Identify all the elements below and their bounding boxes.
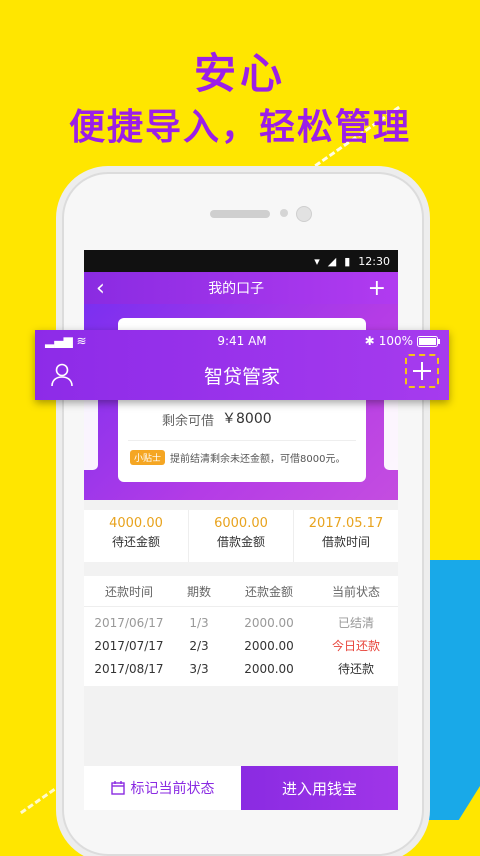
add-icon[interactable]: + [368,276,386,301]
bottom-actions: 标记当前状态 进入用钱宝 [84,766,398,810]
remain-value: ￥8000 [222,411,272,427]
stat-label: 借款时间 [321,535,370,549]
hero-subtitle: 便捷导入，轻松管理 [68,107,411,148]
divider [128,440,356,441]
wifi-icon: ▾ [314,254,320,268]
cell-date: 2017/07/17 [94,638,164,653]
phone-camera [296,206,312,222]
tip-text: 提前结清剩余未还金额，可借8000元。 [170,454,346,465]
stat-value: 4000.00 [109,516,163,531]
tip-badge: 小贴士 [130,450,166,465]
cell-amount: 2000.00 [244,615,294,630]
ios-status-bar: ▂▄▆ ≋ 9:41 AM ✱ 100% [35,334,449,350]
cell-amount: 2000.00 [244,661,294,676]
table-header: 还款时间 期数 还款金额 当前状态 [84,576,398,607]
signal-icon: ◢ [327,254,337,268]
cell-amount: 2000.00 [244,638,294,653]
enter-app-button[interactable]: 进入用钱宝 [241,766,398,810]
plus-icon [413,362,431,380]
col-header: 期数 [186,584,211,599]
app-title: 智贷管家 [203,366,280,388]
battery-icon: ▮ [344,254,351,268]
stat-date: 2017.05.17 借款时间 [294,510,398,562]
cell-period: 3/3 [189,661,209,676]
col-header: 当前状态 [331,584,380,599]
back-icon[interactable]: ‹ [96,276,105,301]
app-navbar: ‹ 我的口子 + [84,272,398,304]
table-row[interactable]: 2017/08/17 3/3 2000.00 待还款 [84,657,398,680]
battery-percent: 100% [378,334,413,348]
status-time: 12:30 [358,254,390,268]
loan-stats: 4000.00 待还金额 6000.00 借款金额 2017.05.17 借款时… [84,510,398,562]
phone-speaker [210,210,270,218]
stat-pending: 4000.00 待还金额 [84,510,189,562]
phone-frame: ▾ ◢ ▮ 12:30 ‹ 我的口子 + 剩余可借 ￥8000 小贴士 提前结清… [62,172,424,856]
cell-date: 2017/08/17 [94,661,164,676]
cell-date: 2017/06/17 [94,615,164,630]
stat-value: 2017.05.17 [308,516,384,531]
col-header: 还款金额 [244,584,293,599]
stat-label: 借款金额 [216,535,265,549]
stat-amount: 6000.00 借款金额 [189,510,294,562]
ios-status-right: ✱ 100% [365,334,441,348]
table-row[interactable]: 2017/06/17 1/3 2000.00 已结清 [84,611,398,634]
cell-period: 2/3 [189,638,209,653]
table-row[interactable]: 2017/07/17 2/3 2000.00 今日还款 [84,634,398,657]
android-status-bar: ▾ ◢ ▮ 12:30 [84,250,398,272]
cell-status: 今日还款 [331,639,380,653]
cell-status: 已结清 [337,616,374,630]
add-button[interactable] [405,354,439,388]
repayment-table: 还款时间 期数 还款金额 当前状态 2017/06/17 1/3 2000.00… [84,576,398,686]
bluetooth-icon: ✱ [364,334,375,348]
phone-sensor [280,209,288,217]
stat-value: 6000.00 [214,516,268,531]
calendar-icon [110,781,125,795]
stat-label: 待还金额 [111,535,160,549]
page-title: 我的口子 [208,281,265,297]
col-header: 还款时间 [104,584,153,599]
remain-label: 剩余可借 [162,414,215,429]
ios-header-overlay: ▂▄▆ ≋ 9:41 AM ✱ 100% 智贷管家 [35,330,449,400]
hero-title: 安心 [193,49,286,98]
battery-icon [417,335,440,347]
mark-status-label: 标记当前状态 [130,781,215,797]
cell-status: 待还款 [337,662,374,676]
mark-status-button[interactable]: 标记当前状态 [84,766,241,810]
cell-period: 1/3 [189,615,209,630]
